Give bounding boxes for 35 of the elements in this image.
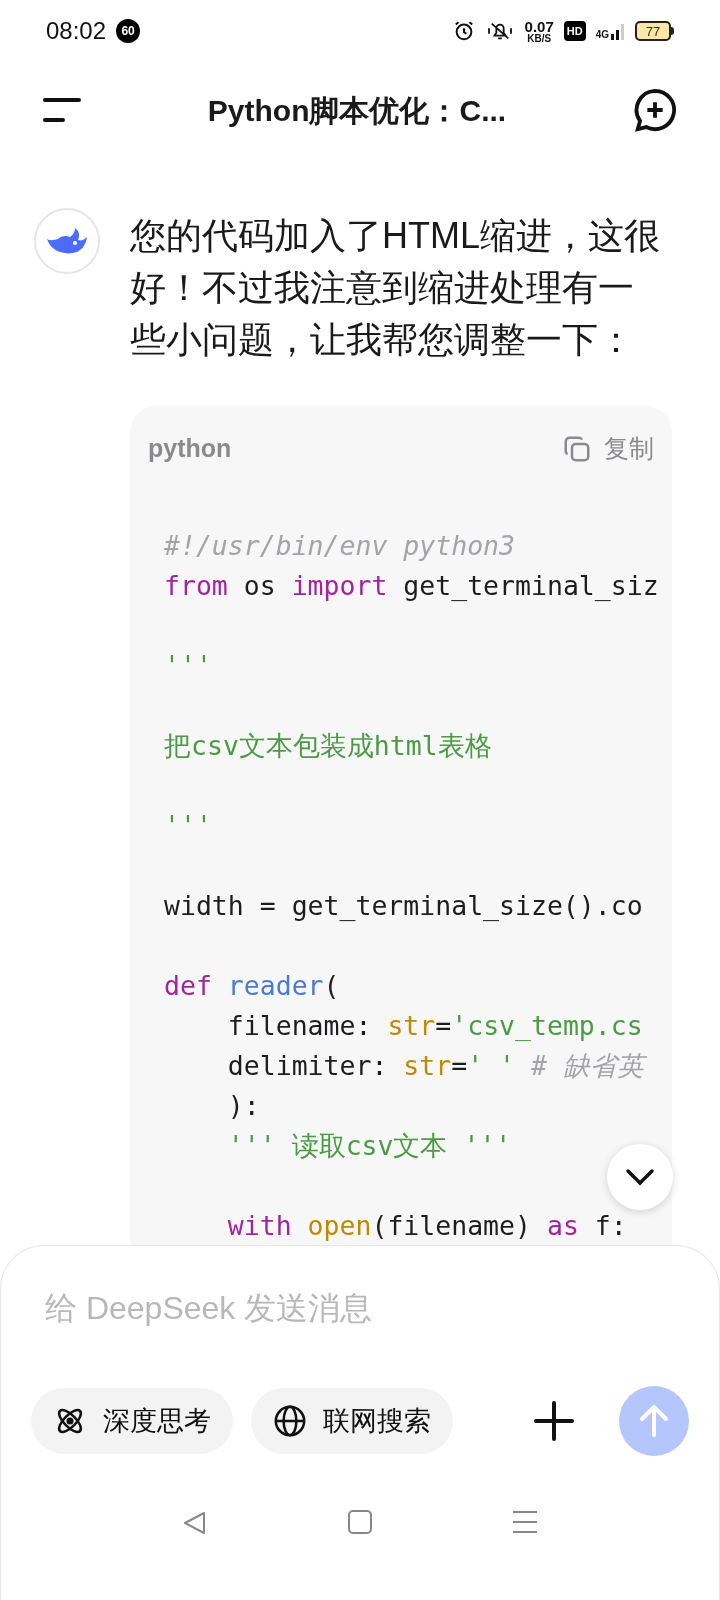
recents-icon[interactable]: [512, 1510, 538, 1534]
hd-badge: HD: [563, 20, 586, 42]
network-speed: 0.07: [524, 18, 554, 34]
battery-icon: 77: [635, 21, 674, 41]
menu-icon[interactable]: [42, 96, 82, 124]
code-line: #!/usr/bin/env python3: [164, 528, 515, 563]
code-line: 把csv文本包装成html表格: [164, 728, 492, 763]
option-chip[interactable]: 深度思考: [31, 1388, 233, 1454]
chat-title: Python脚本优化：C...: [207, 92, 507, 129]
arrow-up-icon: [638, 1404, 670, 1438]
alarm-icon: [452, 20, 475, 42]
signal-icon: [611, 22, 625, 40]
code-language: python: [148, 433, 232, 464]
back-icon[interactable]: [182, 1510, 208, 1536]
code-line: width = get_terminal_size().co: [164, 888, 643, 923]
code-line: ''': [164, 648, 212, 683]
code-line: ''' 读取csv文本 ''': [226, 1128, 512, 1163]
option-chip[interactable]: 联网搜索: [251, 1388, 453, 1454]
code-line: filename: str='csv_temp.cs: [226, 1008, 643, 1043]
code-line: ):: [226, 1088, 260, 1123]
globe-icon: [273, 1404, 307, 1438]
clock-time: 08:02: [46, 16, 107, 46]
new-chat-icon[interactable]: [632, 87, 678, 133]
code-line: ''': [164, 808, 212, 843]
home-icon[interactable]: [348, 1510, 372, 1534]
network-type: 4G: [595, 30, 609, 40]
network-speed-unit: KB/S: [527, 33, 552, 44]
code-line: with open(filename) as f:: [226, 1208, 627, 1243]
code-line: from os import get_terminal_siz: [164, 568, 659, 603]
plus-icon[interactable]: [533, 1400, 575, 1442]
message-text: 您的代码加入了HTML缩进，这很好！不过我注意到缩进处理有一些小问题，让我帮您调整一下：: [130, 214, 661, 362]
message-input[interactable]: 给 DeepSeek 发送消息: [45, 1280, 675, 1336]
refresh-rate-badge: 60: [116, 19, 141, 43]
code-line: def reader(: [164, 968, 340, 1003]
chevron-down-icon: [625, 1168, 655, 1186]
